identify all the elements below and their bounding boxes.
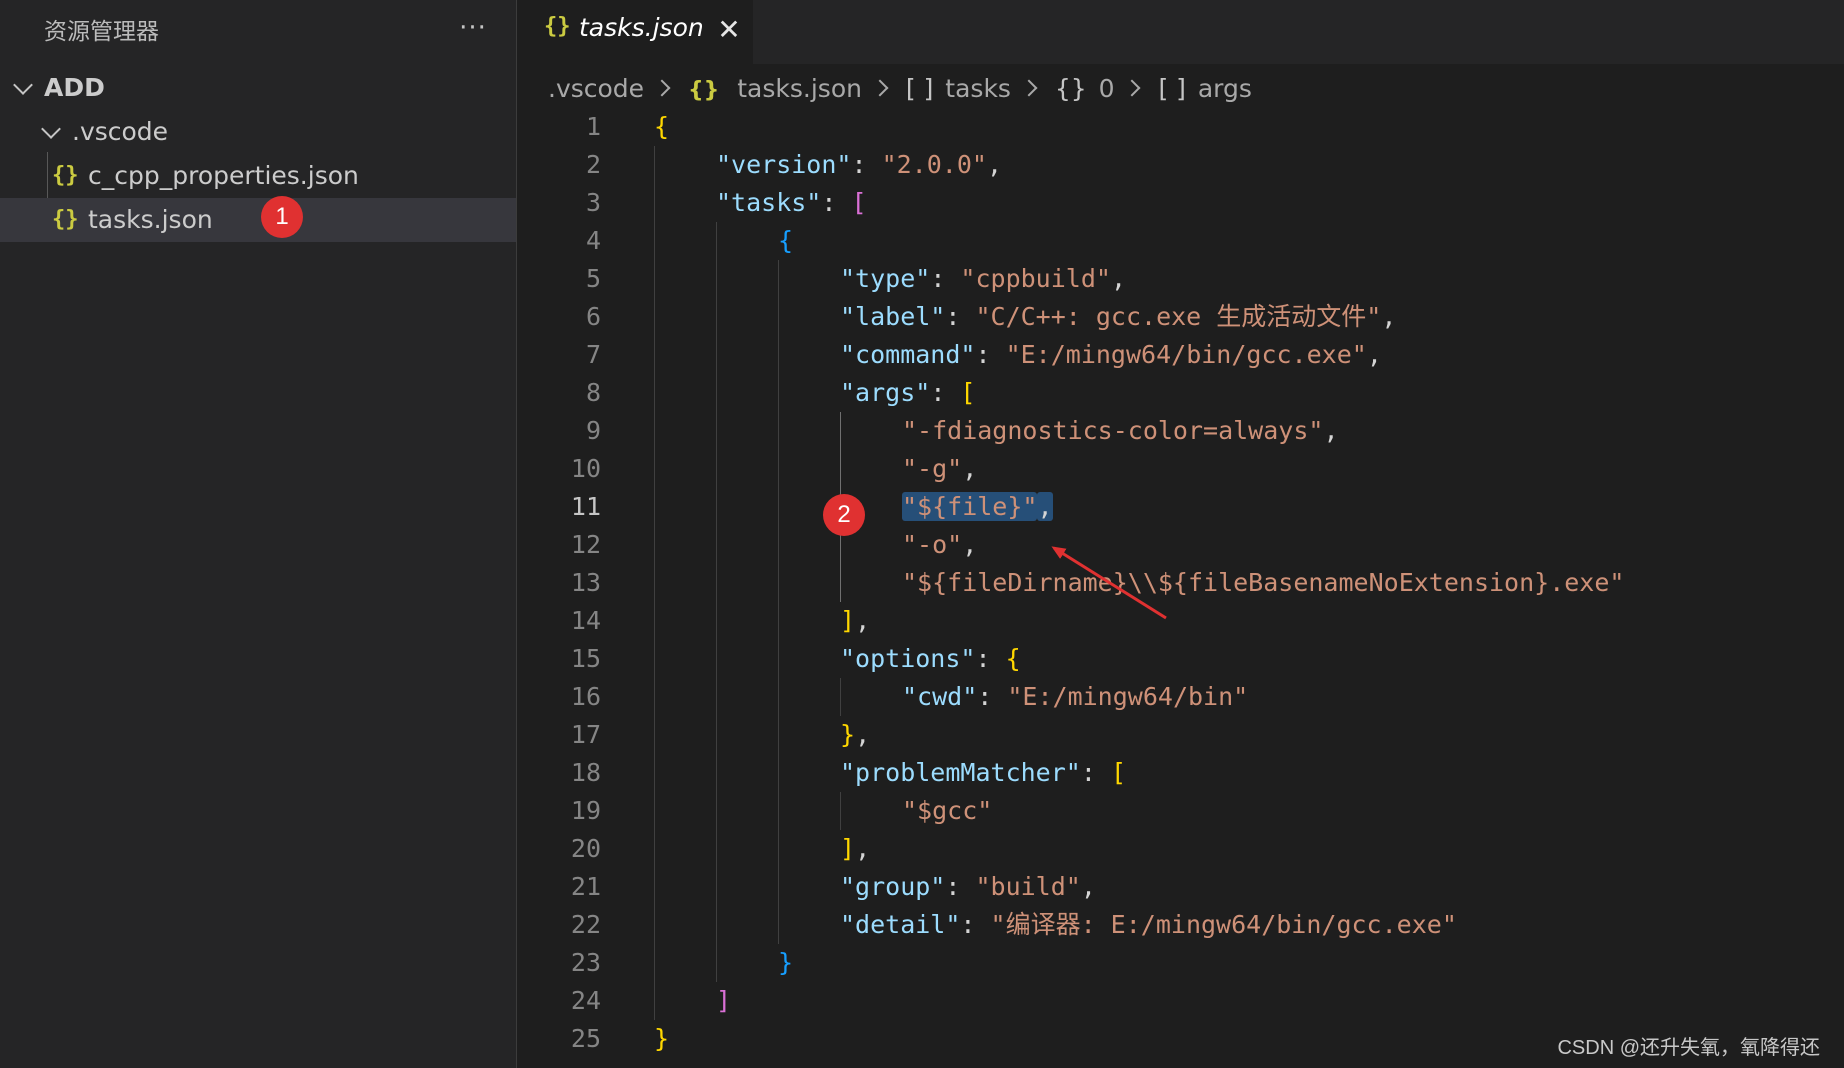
- watermark-text: CSDN @还升失氧，氧降得还: [1557, 1037, 1820, 1059]
- annotation-arrow: [1051, 546, 1167, 620]
- arrow-line: [1051, 546, 1167, 620]
